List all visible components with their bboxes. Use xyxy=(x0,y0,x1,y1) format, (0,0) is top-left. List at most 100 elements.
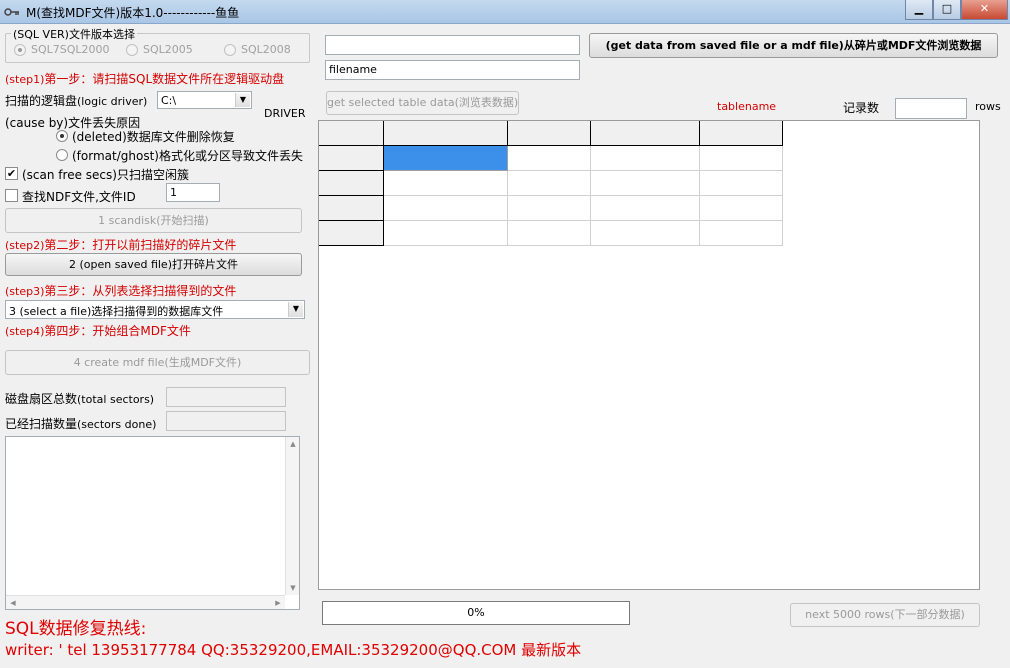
radio-sql2008[interactable] xyxy=(224,44,236,56)
scan-free-checkbox[interactable]: ✔ xyxy=(5,167,18,180)
grid-cell[interactable] xyxy=(508,146,591,171)
total-sectors-label: 磁盘扇区总数(total sectors) xyxy=(5,390,154,407)
file-path-input[interactable] xyxy=(325,35,580,55)
data-grid[interactable] xyxy=(318,120,980,590)
maximize-button[interactable]: □ xyxy=(933,0,961,20)
grid-cell[interactable] xyxy=(591,196,700,221)
grid-cell[interactable] xyxy=(384,171,508,196)
database-file-select[interactable]: 3 (select a file)选择扫描得到的数据库文件 ▼ xyxy=(5,300,305,319)
sectors-done-label-en: (sectors done) xyxy=(77,418,157,431)
grid-cell[interactable] xyxy=(508,171,591,196)
drive-select-value: C:\ xyxy=(161,94,177,107)
total-sectors-label-en: (total sectors) xyxy=(77,393,155,406)
grid-cell[interactable] xyxy=(384,221,508,246)
radio-cause-deleted[interactable] xyxy=(56,130,68,142)
grid-cell[interactable] xyxy=(700,221,783,246)
row-count-field[interactable] xyxy=(895,98,967,119)
close-button[interactable]: ✕ xyxy=(961,0,1008,20)
grid-cell[interactable] xyxy=(591,171,700,196)
grid-cell[interactable] xyxy=(700,171,783,196)
drive-label-en: (logic driver) xyxy=(77,95,148,108)
browse-saved-file-button[interactable]: (get data from saved file or a mdf file)… xyxy=(589,33,998,58)
hotline-title: SQL数据修复热线: xyxy=(5,619,147,639)
row-count-label: 记录数 xyxy=(843,101,880,115)
radio-sql2000[interactable] xyxy=(14,44,26,56)
log-memo[interactable]: ▲ ▼ ◀ ▶ xyxy=(5,436,300,610)
total-sectors-field xyxy=(166,387,286,407)
radio-cause-deleted-label: (deleted)数据库文件删除恢复 xyxy=(72,130,235,144)
step3-prefix: (step3) xyxy=(5,285,45,298)
grid-cell[interactable] xyxy=(384,196,508,221)
grid-cell[interactable] xyxy=(700,146,783,171)
total-sectors-label-cn: 磁盘扇区总数 xyxy=(5,392,78,406)
drive-label: 扫描的逻辑盘(logic driver) xyxy=(5,92,147,109)
driver-label: DRIVER xyxy=(264,107,306,120)
window-title: M(查找MDF文件)版本1.0------------鱼鱼 xyxy=(26,6,240,20)
get-table-data-button[interactable]: get selected table data(浏览表数据) xyxy=(326,91,519,115)
chevron-down-icon[interactable]: ▼ xyxy=(235,93,250,107)
progress-text: 0% xyxy=(467,606,485,619)
scroll-left-icon[interactable]: ◀ xyxy=(7,597,19,609)
step3-instruction: (step3)第三步：从列表选择扫描得到的文件 xyxy=(5,282,236,299)
minimize-button[interactable]: ▁ xyxy=(905,0,933,20)
scandisk-button[interactable]: 1 scandisk(开始扫描) xyxy=(5,208,302,233)
sectors-done-label-cn: 已经扫描数量 xyxy=(5,417,78,431)
grid-corner-cell xyxy=(319,121,384,146)
step4-text: 第四步：开始组合MDF文件 xyxy=(44,324,191,338)
step2-text: 第二步：打开以前扫描好的碎片文件 xyxy=(44,238,237,252)
scroll-right-icon[interactable]: ▶ xyxy=(272,597,284,609)
drive-label-cn: 扫描的逻辑盘 xyxy=(5,94,78,108)
grid-column-header[interactable] xyxy=(700,121,783,146)
step4-instruction: (step4)第四步：开始组合MDF文件 xyxy=(5,322,191,339)
radio-cause-format-label: (format/ghost)格式化或分区导致文件丢失 xyxy=(72,149,303,163)
step2-prefix: (step2) xyxy=(5,239,45,252)
grid-cell-selected[interactable] xyxy=(384,146,508,171)
scroll-down-icon[interactable]: ▼ xyxy=(287,582,299,594)
grid-column-header[interactable] xyxy=(384,121,508,146)
log-vertical-scrollbar[interactable]: ▲ ▼ xyxy=(285,437,299,595)
radio-sql2000-label: SQL7SQL2000 xyxy=(31,43,110,56)
grid-row-header[interactable] xyxy=(319,221,384,246)
scan-free-label: (scan free secs)只扫描空闲簇 xyxy=(22,168,189,182)
step2-instruction: (step2)第二步：打开以前扫描好的碎片文件 xyxy=(5,236,236,253)
grid-row-header[interactable] xyxy=(319,196,384,221)
grid-row-header[interactable] xyxy=(319,146,384,171)
step4-prefix: (step4) xyxy=(5,325,45,338)
progress-bar: 0% xyxy=(322,601,630,625)
log-horizontal-scrollbar[interactable]: ◀ ▶ xyxy=(6,595,285,609)
radio-sql2005[interactable] xyxy=(126,44,138,56)
rows-label: rows xyxy=(975,100,1001,113)
ndf-label: 查找NDF文件,文件ID xyxy=(22,190,136,204)
radio-cause-format[interactable] xyxy=(56,149,68,161)
grid-cell[interactable] xyxy=(700,196,783,221)
scroll-up-icon[interactable]: ▲ xyxy=(287,438,299,450)
step1-instruction: (step1)第一步：请扫描SQL数据文件所在逻辑驱动盘 xyxy=(5,70,284,87)
step3-text: 第三步：从列表选择扫描得到的文件 xyxy=(44,284,237,298)
step1-prefix: (step1) xyxy=(5,73,45,86)
ndf-checkbox[interactable] xyxy=(5,189,18,202)
create-mdf-button[interactable]: 4 create mdf file(生成MDF文件) xyxy=(5,350,310,375)
next-rows-button[interactable]: next 5000 rows(下一部分数据) xyxy=(790,603,980,627)
grid-column-header[interactable] xyxy=(591,121,700,146)
sql-version-label: (SQL VER)文件版本选择 xyxy=(11,26,137,42)
step1-text: 第一步：请扫描SQL数据文件所在逻辑驱动盘 xyxy=(44,72,285,86)
sectors-done-label: 已经扫描数量(sectors done) xyxy=(5,415,156,432)
radio-sql2008-label: SQL2008 xyxy=(241,43,291,56)
checkmark-icon: ✔ xyxy=(6,167,17,180)
grid-column-header[interactable] xyxy=(508,121,591,146)
hotline-contact: writer: ' tel 13953177784 QQ:35329200,EM… xyxy=(5,641,582,659)
title-bar: M(查找MDF文件)版本1.0------------鱼鱼 xyxy=(0,0,1010,24)
open-saved-file-button[interactable]: 2 (open saved file)打开碎片文件 xyxy=(5,253,302,276)
grid-cell[interactable] xyxy=(591,221,700,246)
ndf-file-id-input[interactable]: 1 xyxy=(166,183,220,202)
grid-cell[interactable] xyxy=(591,146,700,171)
filename-input[interactable]: filename xyxy=(325,60,580,80)
drive-select[interactable]: C:\ ▼ xyxy=(157,91,252,109)
grid-row-header[interactable] xyxy=(319,171,384,196)
database-file-select-value: 3 (select a file)选择扫描得到的数据库文件 xyxy=(9,305,224,318)
chevron-down-icon[interactable]: ▼ xyxy=(288,302,303,317)
sectors-done-field xyxy=(166,411,286,431)
tablename-label: tablename xyxy=(717,100,777,113)
grid-cell[interactable] xyxy=(508,196,591,221)
grid-cell[interactable] xyxy=(508,221,591,246)
